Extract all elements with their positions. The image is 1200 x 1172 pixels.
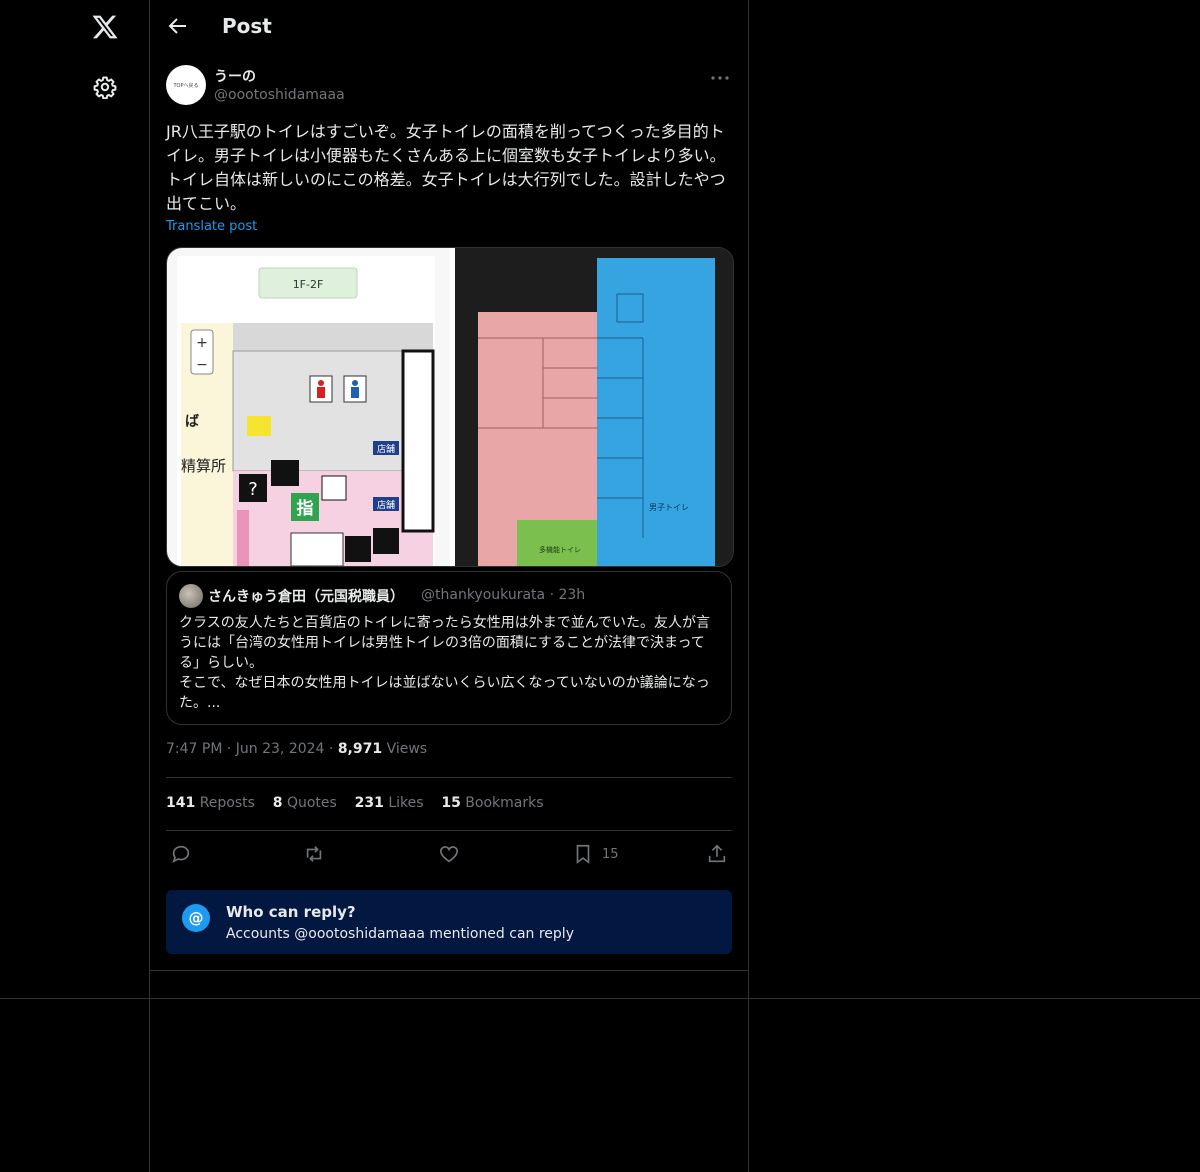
bottom-divider <box>0 998 1200 999</box>
quote-handle: @thankyoukurata <box>421 587 546 603</box>
map-label-ba: ば <box>185 414 199 430</box>
post-divider <box>150 970 748 971</box>
floorplan-multi-label: 多機能トイレ <box>539 545 581 554</box>
post-media[interactable]: 1F-2F + − ば 精算所 ? 指 店舗 店舗 男子トイレ 多機能トイレ <box>166 247 734 567</box>
post-text: JR八王子駅のトイレはすごいぞ。女子トイレの面積を削ってつくった多目的トイレ。男… <box>166 122 726 213</box>
post-stats: 141 Reposts 8 Quotes 231 Likes 15 Bookma… <box>166 795 544 811</box>
repost-icon <box>306 846 322 862</box>
post-date[interactable]: Jun 23, 2024 <box>236 741 325 757</box>
avatar[interactable]: TOPへ戻る <box>166 65 206 105</box>
map-label-tenpo-1: 店舗 <box>377 443 395 455</box>
reposts-stat[interactable]: 141 Reposts <box>166 795 255 811</box>
action-bar: 15 <box>166 840 732 870</box>
map-label-seisan: 精算所 <box>181 457 226 475</box>
repost-button[interactable] <box>303 843 325 865</box>
svg-text:+: + <box>196 335 208 351</box>
likes-stat[interactable]: 231 Likes <box>355 795 424 811</box>
post-time[interactable]: 7:47 PM <box>166 741 222 757</box>
avatar-text: TOPへ戻る <box>173 82 199 89</box>
who-can-reply-box: @ Who can reply? Accounts @oootoshidamaa… <box>166 890 732 954</box>
like-button[interactable] <box>438 843 460 865</box>
reply-button[interactable] <box>170 843 192 865</box>
share-button[interactable] <box>706 843 728 865</box>
x-logo-icon[interactable] <box>91 13 119 41</box>
map-label-tenpo-2: 店舗 <box>377 499 395 511</box>
quote-display-name: さんきゅう倉田（元国税職員） <box>208 589 404 605</box>
stats-divider <box>166 830 732 831</box>
bookmark-count: 15 <box>602 846 619 862</box>
display-name[interactable]: うーの <box>214 66 256 86</box>
quotes-stat[interactable]: 8 Quotes <box>273 795 337 811</box>
translate-post-link[interactable]: Translate post <box>166 219 257 234</box>
bookmarks-stat[interactable]: 15 Bookmarks <box>441 795 543 811</box>
svg-text:?: ? <box>248 479 258 500</box>
svg-text:−: − <box>196 357 208 373</box>
floorplan-mens-label: 男子トイレ <box>649 503 689 512</box>
bookmark-button[interactable]: 15 <box>572 843 619 865</box>
gear-icon[interactable] <box>93 75 117 99</box>
right-divider <box>748 0 749 1172</box>
heart-icon <box>439 846 459 863</box>
quoted-post[interactable]: さんきゅう倉田（元国税職員） @thankyoukurata · 23h クラス… <box>166 571 732 725</box>
more-options-icon[interactable] <box>708 66 732 90</box>
meta-divider <box>166 777 732 778</box>
views-count: 8,971 <box>337 741 383 757</box>
quote-time: · 23h <box>549 587 586 603</box>
media-images: 1F-2F + − ば 精算所 ? 指 店舗 店舗 男子トイレ 多機能トイレ <box>167 248 733 566</box>
quote-text: クラスの友人たちと百貨店のトイレに寄ったら女性用は外まで並んでいた。友人が言うに… <box>179 615 711 711</box>
map-floor-label: 1F-2F <box>293 278 324 291</box>
map-label-shi: 指 <box>297 498 314 519</box>
reply-icon <box>172 845 190 863</box>
bookmark-icon <box>576 844 590 864</box>
post-header: Post <box>150 0 748 54</box>
at-sign-icon: @ <box>182 904 210 932</box>
user-handle[interactable]: @oootoshidamaaa <box>214 87 345 103</box>
back-arrow-icon[interactable] <box>166 14 190 38</box>
share-icon <box>708 844 726 863</box>
page-title: Post <box>222 14 272 38</box>
who-can-reply-title: Who can reply? <box>226 903 356 921</box>
quote-handle-time: @thankyoukurata · 23h <box>421 587 585 603</box>
who-can-reply-subtitle: Accounts @oootoshidamaaa mentioned can r… <box>226 926 574 942</box>
views-label: Views <box>386 741 428 757</box>
left-divider <box>149 0 150 1172</box>
post-meta: 7:47 PM · Jun 23, 2024 · 8,971 Views <box>166 741 428 757</box>
quote-avatar <box>179 584 203 608</box>
